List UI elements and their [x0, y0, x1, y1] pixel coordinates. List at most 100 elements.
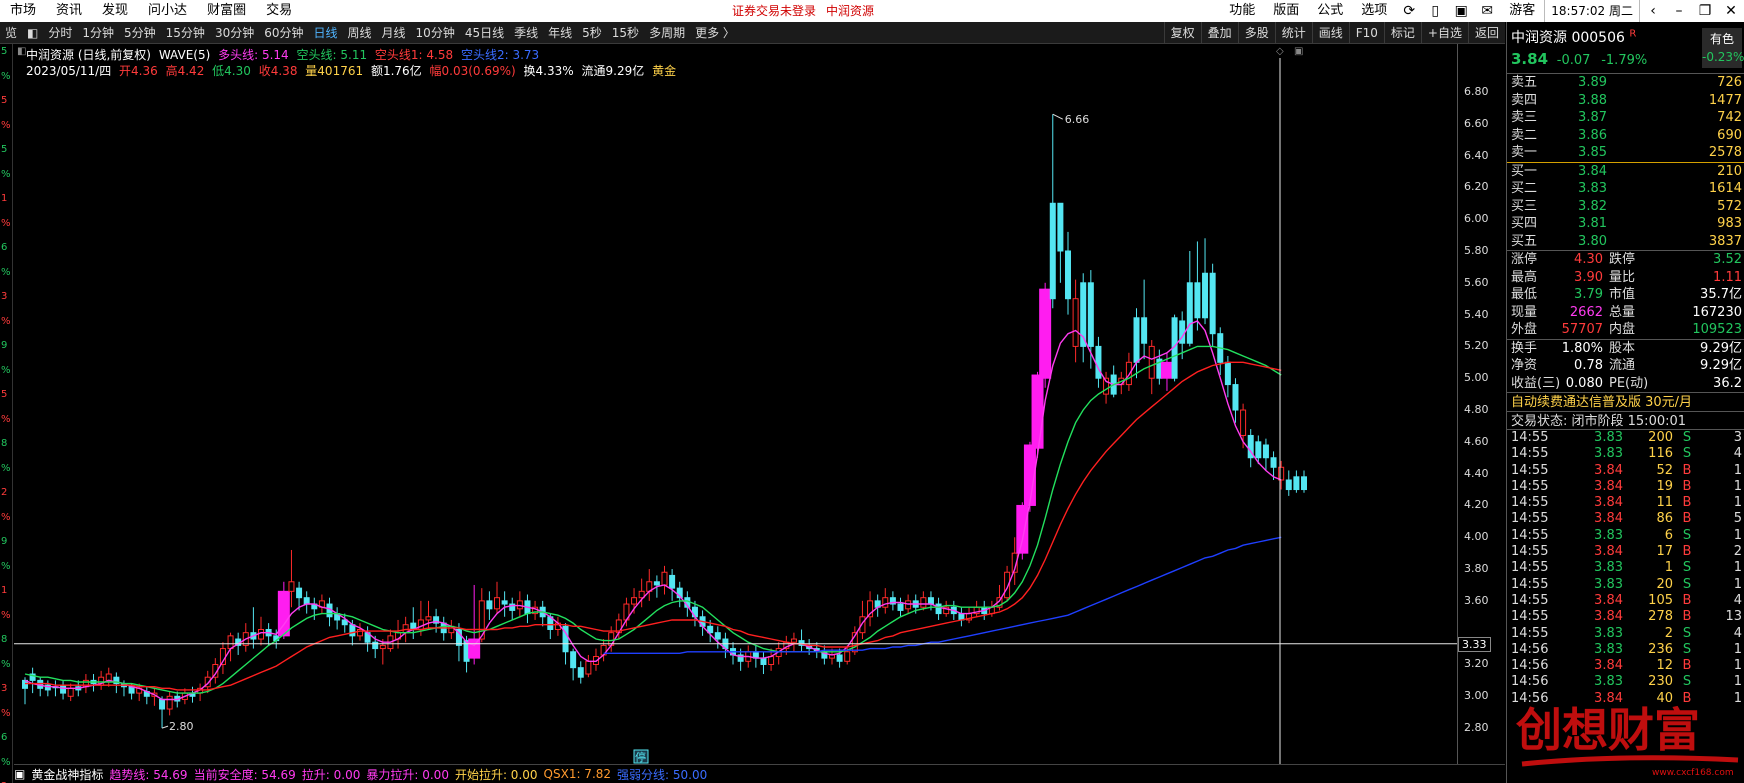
menu-market[interactable]: 市场 — [0, 0, 46, 22]
toolbar-btn-4[interactable]: 画线 — [1311, 22, 1349, 44]
period-tab-12[interactable]: 年线 — [543, 24, 577, 41]
price-axis[interactable]: 6.80 6.60 6.40 6.20 6.00 5.80 5.60 5.40 5.20 5.00… — [1457, 44, 1505, 764]
bid-price: 3.83 — [1578, 181, 1607, 196]
period-tab-9[interactable]: 10分钟 — [411, 24, 460, 41]
tick-row[interactable]: 14:55 3.83 20 S 1 — [1507, 577, 1744, 593]
ask-row[interactable]: 卖五 3.89 726 — [1507, 74, 1744, 92]
tick-row[interactable]: 14:56 3.84 12 B 1 — [1507, 658, 1744, 674]
tick-row[interactable]: 14:55 3.84 11 B 1 — [1507, 495, 1744, 511]
sector-pct: -0.23% — [1702, 50, 1744, 64]
bid-row[interactable]: 买一 3.84 210 — [1507, 163, 1744, 181]
stat-value: 1.11 — [1713, 269, 1742, 285]
period-tab-15[interactable]: 多周期 — [644, 24, 690, 41]
period-tab-13[interactable]: 5秒 — [577, 24, 607, 41]
tick-row[interactable]: 14:55 3.84 52 B 1 — [1507, 463, 1744, 479]
candle[interactable] — [1039, 282, 1052, 388]
toolbar-btn-6[interactable]: 标记 — [1383, 22, 1421, 44]
refresh-icon[interactable]: ⟳ — [1396, 3, 1422, 19]
period-tab-2[interactable]: 5分钟 — [119, 24, 161, 41]
tick-row[interactable]: 14:56 3.83 236 S 1 — [1507, 642, 1744, 658]
tick-row[interactable]: 14:55 3.84 86 B 5 — [1507, 511, 1744, 527]
ask-row[interactable]: 卖四 3.88 1477 — [1507, 92, 1744, 110]
period-tab-11[interactable]: 季线 — [509, 24, 543, 41]
bid-row[interactable]: 买五 3.80 3837 — [1507, 233, 1744, 251]
toolbar-btn-5[interactable]: F10 — [1348, 22, 1384, 44]
period-tab-5[interactable]: 60分钟 — [259, 24, 308, 41]
ask-row[interactable]: 卖二 3.86 690 — [1507, 127, 1744, 145]
diamond-icon[interactable]: ◇ — [1276, 46, 1284, 57]
menu-trade[interactable]: 交易 — [256, 0, 302, 22]
tick-row[interactable]: 14:55 3.83 6 S 1 — [1507, 528, 1744, 544]
indicator-name[interactable]: WAVE(5) — [159, 48, 210, 62]
candle[interactable] — [1031, 371, 1044, 458]
tick-row[interactable]: 14:55 3.84 17 B 2 — [1507, 544, 1744, 560]
notice-not-logged-in[interactable]: 证券交易未登录 — [732, 4, 816, 18]
bid-row[interactable]: 买二 3.83 1614 — [1507, 180, 1744, 198]
menu-ask[interactable]: 问小达 — [138, 0, 197, 22]
collapse-icon[interactable]: ▣ — [14, 767, 25, 781]
tick-row[interactable]: 14:55 3.84 105 B 4 — [1507, 593, 1744, 609]
menu-news[interactable]: 资讯 — [46, 0, 92, 22]
mail-icon[interactable]: ✉ — [1474, 3, 1500, 19]
period-tab-7[interactable]: 周线 — [343, 24, 377, 41]
indicator-title[interactable]: 黄金战神指标 — [31, 766, 103, 783]
menu-function[interactable]: 功能 — [1220, 0, 1264, 22]
period-tab-14[interactable]: 15秒 — [607, 24, 644, 41]
menu-discover[interactable]: 发现 — [92, 0, 138, 22]
sector-tag[interactable]: 黄金 — [652, 64, 676, 78]
toolbar-btn-1[interactable]: 叠加 — [1200, 22, 1238, 44]
menu-layout[interactable]: 版面 — [1264, 0, 1308, 22]
candle[interactable] — [1016, 502, 1029, 560]
short-line2-value: 空头线2: 3.73 — [460, 48, 540, 62]
toolbar-btn-0[interactable]: 复权 — [1163, 22, 1201, 44]
tick-row[interactable]: 14:55 3.83 116 S 4 — [1507, 446, 1744, 462]
tick-volume: 230 — [1648, 674, 1673, 690]
close-icon[interactable]: ✕ — [1718, 3, 1744, 19]
tick-row[interactable]: 14:55 3.84 278 B 13 — [1507, 609, 1744, 625]
user-label[interactable]: 游客 — [1500, 0, 1544, 22]
candle[interactable] — [1209, 263, 1216, 347]
period-tab-4[interactable]: 30分钟 — [210, 24, 259, 41]
sector-badge[interactable]: 有色 -0.23% — [1702, 28, 1744, 68]
period-tab-16[interactable]: 更多 〉 — [690, 24, 740, 41]
toolbar-btn-8[interactable]: 返回 — [1467, 22, 1505, 44]
tick-count: 4 — [1733, 592, 1742, 608]
stat-value: 9.29亿 — [1700, 358, 1742, 373]
bid-row[interactable]: 买四 3.81 983 — [1507, 215, 1744, 233]
menu-wealth-circle[interactable]: 财富圈 — [197, 0, 256, 22]
panel-toggle-icon[interactable]: ◧ — [22, 26, 43, 40]
image-icon[interactable]: ▣ — [1448, 3, 1474, 19]
tick-row[interactable]: 14:55 3.83 1 S 1 — [1507, 560, 1744, 576]
period-tab-0[interactable]: 分时 — [43, 24, 77, 41]
tick-row[interactable]: 14:55 3.83 2 S 4 — [1507, 626, 1744, 642]
side-mark: 2 — [1, 487, 8, 498]
tick-row[interactable]: 14:55 3.84 19 B 1 — [1507, 479, 1744, 495]
bid-row[interactable]: 买三 3.82 572 — [1507, 198, 1744, 216]
side-mark: % — [1, 707, 11, 719]
login-notice[interactable]: 证券交易未登录 中润资源 — [732, 0, 884, 22]
toolbar-btn-7[interactable]: +自选 — [1420, 22, 1468, 44]
minimize-icon[interactable]: – — [1666, 3, 1692, 19]
phone-icon[interactable]: ▯ — [1422, 3, 1448, 19]
window-icon[interactable]: ▣ — [1294, 46, 1303, 57]
period-tab-1[interactable]: 1分钟 — [77, 24, 119, 41]
restore-icon[interactable]: ❐ — [1692, 3, 1718, 19]
period-tab-6[interactable]: 日线 — [309, 24, 343, 41]
period-tab-10[interactable]: 45日线 — [460, 24, 509, 41]
ask-row[interactable]: 卖一 3.85 2578 — [1507, 144, 1744, 162]
tick-row[interactable]: 14:56 3.83 230 S 1 — [1507, 674, 1744, 690]
back-icon[interactable]: ‹ — [1640, 3, 1666, 19]
menu-formula[interactable]: 公式 — [1308, 0, 1352, 22]
period-tab-8[interactable]: 月线 — [377, 24, 411, 41]
ask-row[interactable]: 卖三 3.87 742 — [1507, 109, 1744, 127]
period-tab-3[interactable]: 15分钟 — [161, 24, 210, 41]
toolbar-btn-3[interactable]: 统计 — [1274, 22, 1312, 44]
candlestick-chart[interactable]: 6.662.80停◇ ▣◧ — [14, 44, 1457, 764]
promo-banner[interactable]: 自动续费通达信普及版 30元/月 — [1507, 392, 1744, 411]
menu-options[interactable]: 选项 — [1352, 0, 1396, 22]
overview-tab[interactable]: 览 — [0, 24, 22, 41]
tick-row[interactable]: 14:55 3.83 200 S 3 — [1507, 430, 1744, 446]
tick-list[interactable]: 14:55 3.83 200 S 3 14:55 3.83 116 S 4 14:55 3.84 52 B… — [1507, 430, 1744, 707]
toolbar-btn-2[interactable]: 多股 — [1237, 22, 1275, 44]
stat-label: 外盘 — [1511, 322, 1538, 337]
